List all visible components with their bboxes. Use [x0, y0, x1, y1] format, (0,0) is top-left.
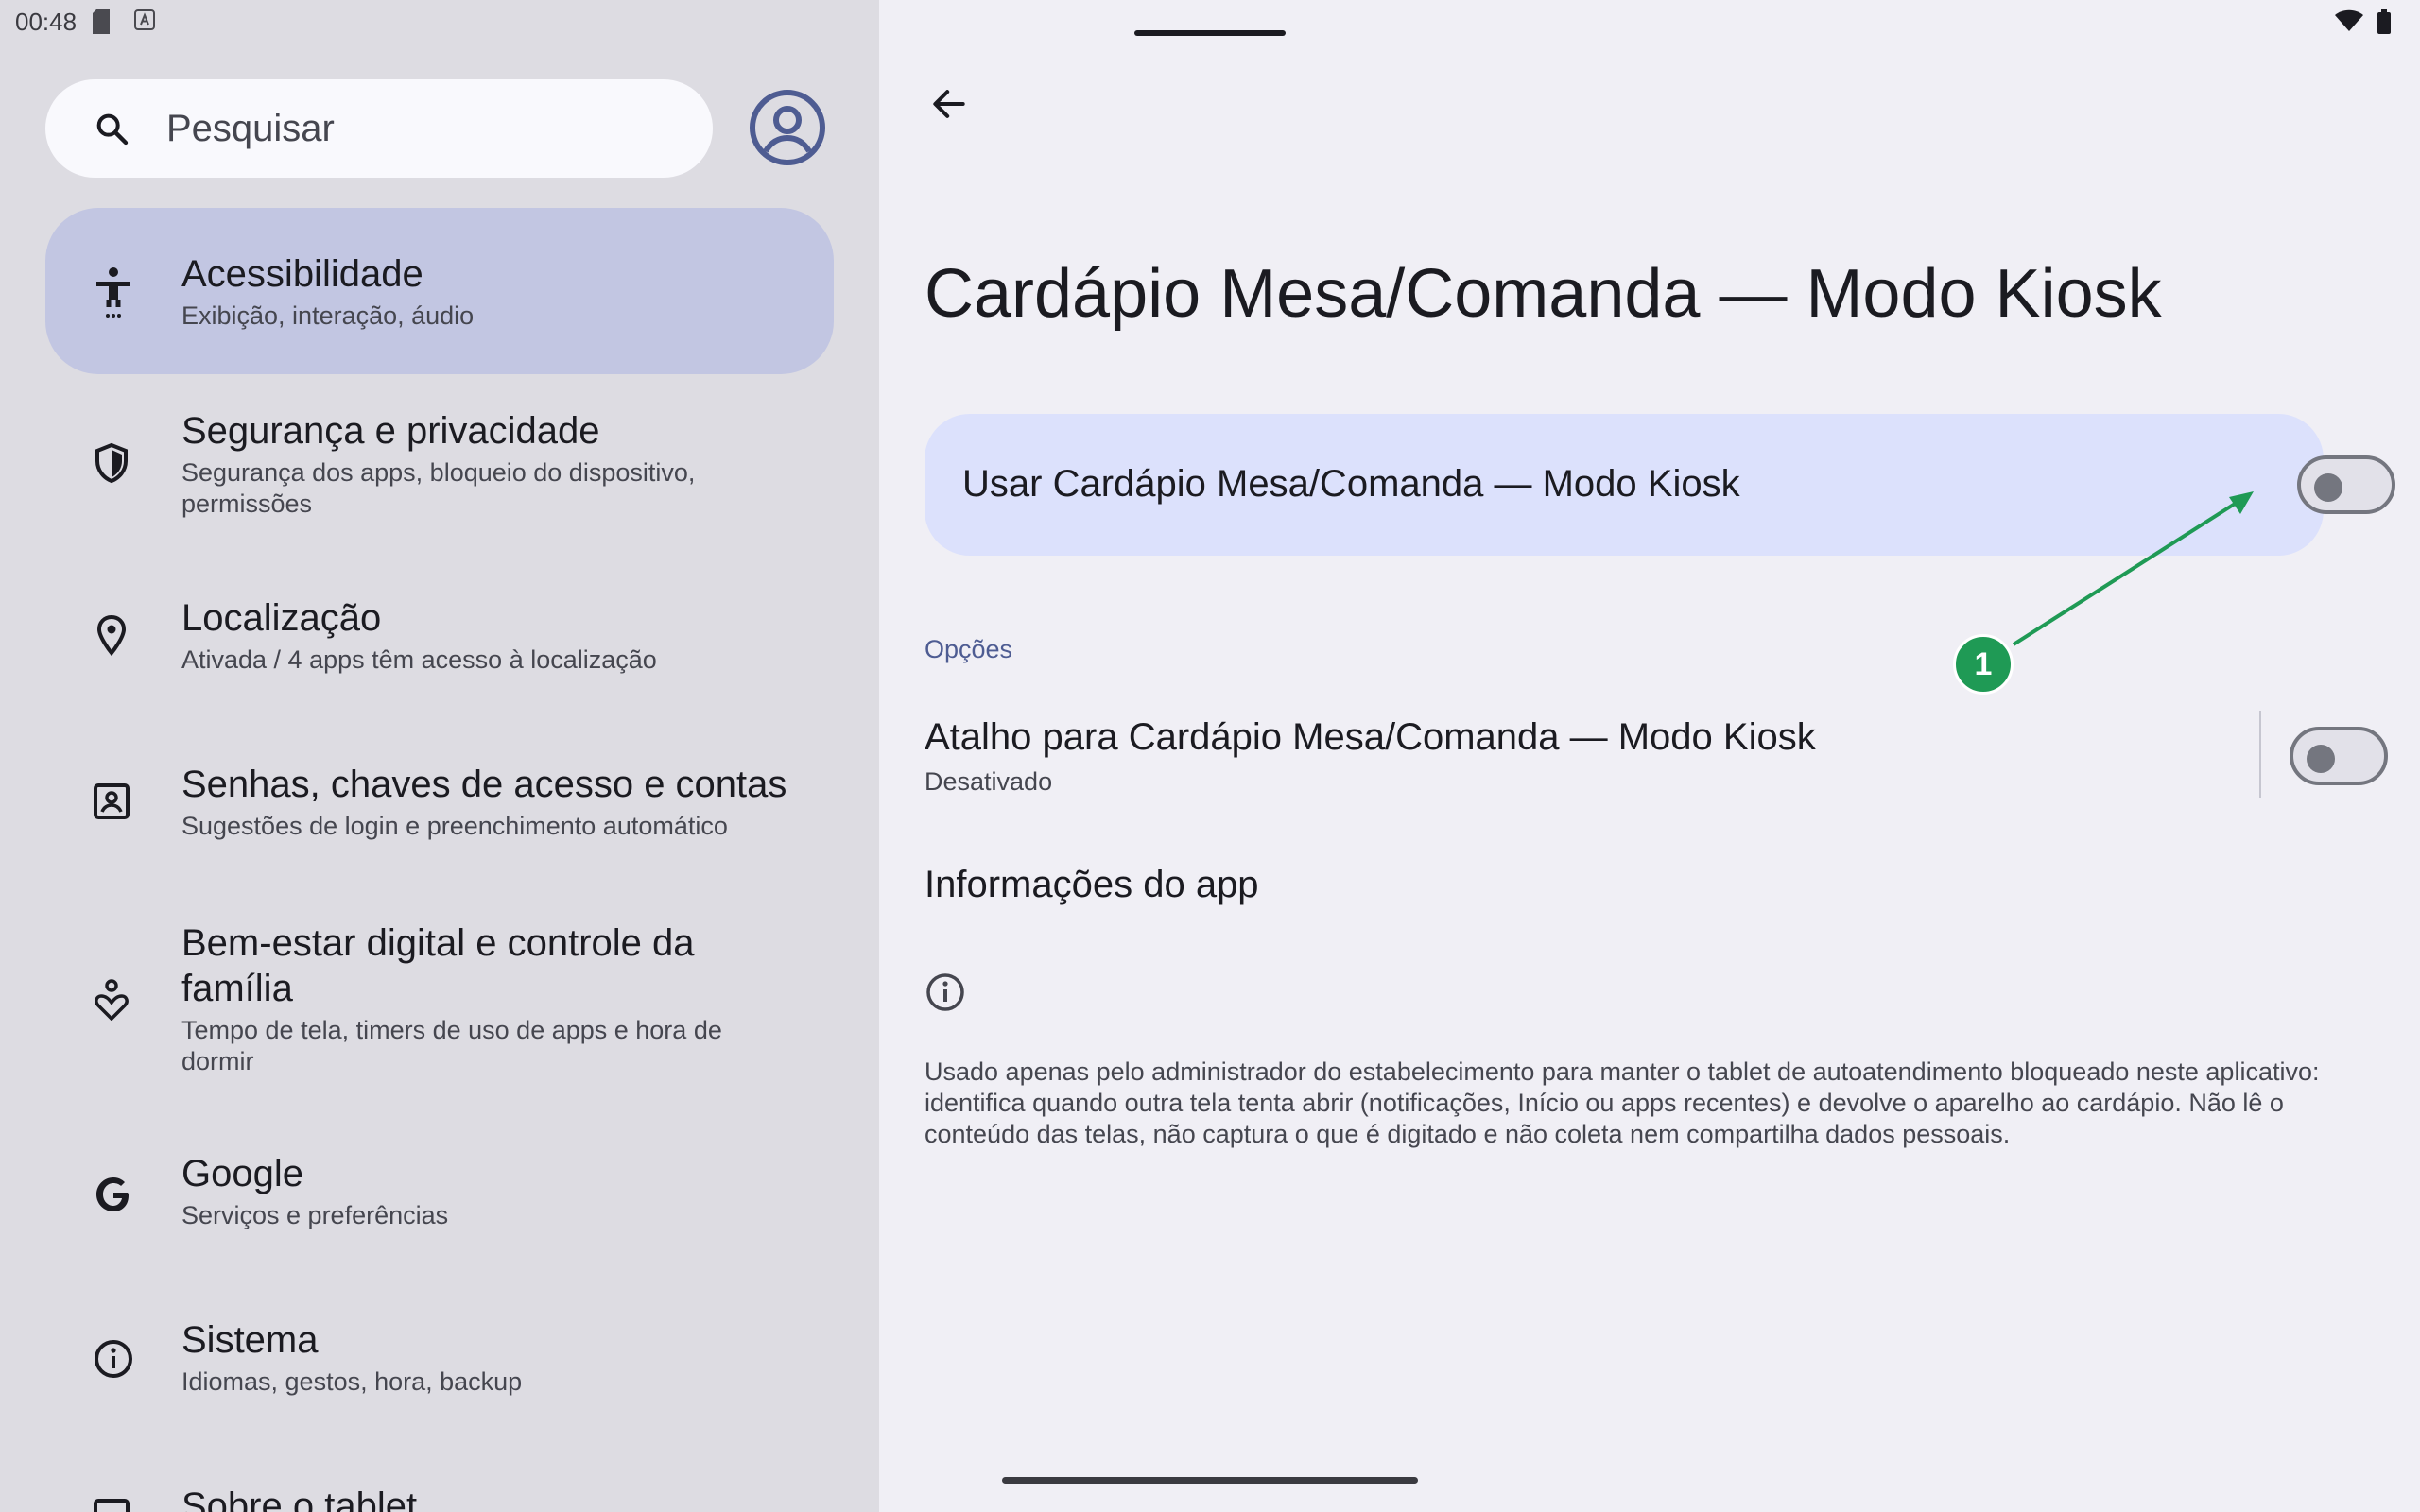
annotation-badge: 1	[1953, 634, 2014, 695]
sidebar-item-senhas[interactable]: Senhas, chaves de acesso e contas Sugest…	[45, 743, 834, 856]
page-title: Cardápio Mesa/Comanda — Modo Kiosk	[925, 256, 2162, 332]
main-toggle-label: Usar Cardápio Mesa/Comanda — Modo Kiosk	[962, 463, 1740, 505]
sidebar-item-sobre-tablet[interactable]: Sobre o tablet	[45, 1472, 834, 1512]
sidebar-item-title: Acessibilidade	[182, 253, 424, 295]
switch-thumb	[2307, 745, 2335, 773]
search-input[interactable]: Pesquisar	[166, 108, 335, 150]
vertical-divider	[2259, 711, 2261, 798]
app-description: Usado apenas pelo administrador do estab…	[925, 1057, 2320, 1148]
sidebar-item-google[interactable]: Google Serviços e preferências	[45, 1140, 834, 1253]
detail-pane: Cardápio Mesa/Comanda — Modo Kiosk Usar …	[879, 0, 2420, 1512]
sidebar-item-title: Google	[182, 1153, 303, 1194]
sidebar-item-title: Sobre o tablet	[182, 1486, 418, 1512]
sidebar-item-acessibilidade[interactable]: Acessibilidade Exibição, interação, áudi…	[45, 208, 834, 374]
tablet-icon	[93, 1499, 130, 1512]
account-box-icon	[93, 782, 130, 820]
status-time: 00:48	[15, 8, 78, 36]
location-pin-icon	[93, 614, 130, 656]
main-toggle-row[interactable]: Usar Cardápio Mesa/Comanda — Modo Kiosk	[925, 414, 2395, 556]
settings-sidebar: 00:48 Pesquisar Acessibilidade Exibição,…	[0, 0, 879, 1512]
sidebar-item-title: Bem-estar digital e controle da família	[182, 922, 695, 1009]
arrow-back-icon	[933, 90, 965, 118]
top-handle	[1134, 30, 1286, 36]
shield-icon	[93, 442, 130, 484]
sidebar-item-subtitle: Sugestões de login e preenchimento autom…	[182, 812, 728, 840]
google-icon	[93, 1174, 134, 1215]
sd-card-icon	[93, 9, 110, 34]
sidebar-item-sistema[interactable]: Sistema Idiomas, gestos, hora, backup	[45, 1306, 834, 1419]
account-circle-icon	[750, 90, 825, 165]
sidebar-item-subtitle: Segurança dos apps, bloqueio do disposit…	[182, 458, 696, 518]
sidebar-item-seguranca[interactable]: Segurança e privacidade Segurança dos ap…	[45, 389, 834, 533]
search-bar[interactable]: Pesquisar	[45, 79, 713, 178]
sidebar-item-title: Senhas, chaves de acesso e contas	[182, 764, 787, 805]
sidebar-item-subtitle: Ativada / 4 apps têm acesso à localizaçã…	[182, 645, 657, 674]
sidebar-item-subtitle: Tempo de tela, timers de uso de apps e h…	[182, 1016, 722, 1075]
shortcut-title[interactable]: Atalho para Cardápio Mesa/Comanda — Modo…	[925, 716, 1816, 759]
switch-thumb	[2314, 473, 2342, 502]
sidebar-item-subtitle: Serviços e preferências	[182, 1201, 449, 1229]
wellbeing-icon	[93, 977, 130, 1021]
info-icon	[925, 971, 966, 1013]
sidebar-item-subtitle: Idiomas, gestos, hora, backup	[182, 1367, 523, 1396]
sidebar-item-title: Localização	[182, 597, 382, 639]
sidebar-item-localizacao[interactable]: Localização Ativada / 4 apps têm acesso …	[45, 576, 834, 690]
info-icon	[93, 1338, 134, 1380]
keyboard-icon	[134, 9, 155, 30]
options-section-header: Opções	[925, 635, 1013, 663]
back-button[interactable]	[928, 83, 970, 125]
main-toggle-switch[interactable]	[2297, 455, 2395, 514]
status-right-icons	[2335, 9, 2392, 34]
navigation-handle[interactable]	[1002, 1477, 1418, 1484]
app-info-link[interactable]: Informações do app	[925, 864, 1259, 906]
sidebar-item-title: Sistema	[182, 1319, 319, 1361]
avatar[interactable]	[749, 89, 826, 171]
sidebar-item-subtitle: Exibição, interação, áudio	[182, 301, 475, 330]
shortcut-subtitle: Desativado	[925, 767, 1053, 796]
status-left-icons	[93, 9, 155, 34]
shortcut-toggle-switch[interactable]	[2290, 727, 2388, 785]
sidebar-item-title: Segurança e privacidade	[182, 410, 600, 452]
sidebar-item-bem-estar[interactable]: Bem-estar digital e controle da família …	[45, 909, 834, 1089]
battery-icon	[2377, 9, 2391, 34]
wifi-icon	[2335, 9, 2363, 31]
accessibility-icon	[93, 266, 134, 319]
search-icon	[93, 110, 130, 147]
